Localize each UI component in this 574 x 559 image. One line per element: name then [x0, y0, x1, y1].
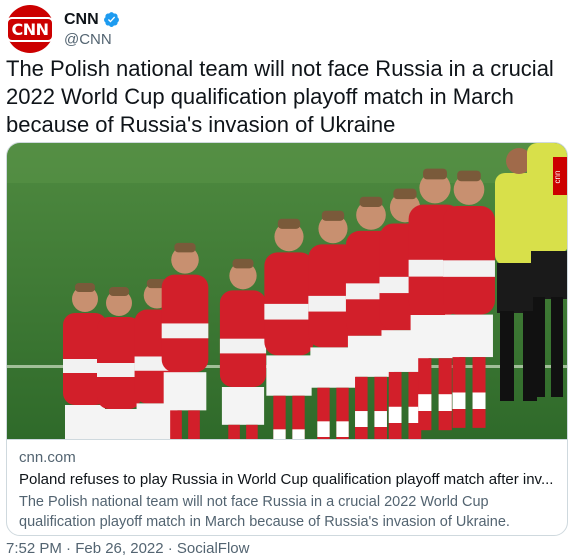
tweet-header: CNN CNN @CNN — [6, 4, 120, 54]
card-image[interactable]: cnn — [7, 143, 568, 439]
author-display-name[interactable]: CNN — [64, 11, 99, 29]
svg-text:cnn: cnn — [553, 171, 562, 184]
verified-badge-icon — [103, 12, 119, 27]
cnn-logo-icon: CNN — [6, 16, 54, 42]
card-description: The Polish national team will not face R… — [19, 494, 510, 530]
author-name-row: CNN — [64, 11, 120, 29]
link-card[interactable]: cnn cnn.com Poland refuses to play Russi… — [6, 142, 568, 536]
card-domain: cnn.com — [19, 449, 76, 466]
card-title[interactable]: Poland refuses to play Russia in World C… — [19, 470, 557, 490]
card-meta: cnn.com Poland refuses to play Russia in… — [7, 439, 567, 535]
image-badge: cnn — [553, 157, 567, 195]
tweet-text: The Polish national team will not face R… — [6, 56, 554, 137]
author-names: CNN @CNN — [64, 11, 120, 48]
tweet-meta[interactable]: 7:52 PM · Feb 26, 2022 · SocialFlow — [6, 539, 249, 559]
avatar[interactable]: CNN — [6, 5, 54, 53]
author-handle[interactable]: @CNN — [64, 31, 120, 48]
pitch-stripe — [7, 143, 567, 183]
